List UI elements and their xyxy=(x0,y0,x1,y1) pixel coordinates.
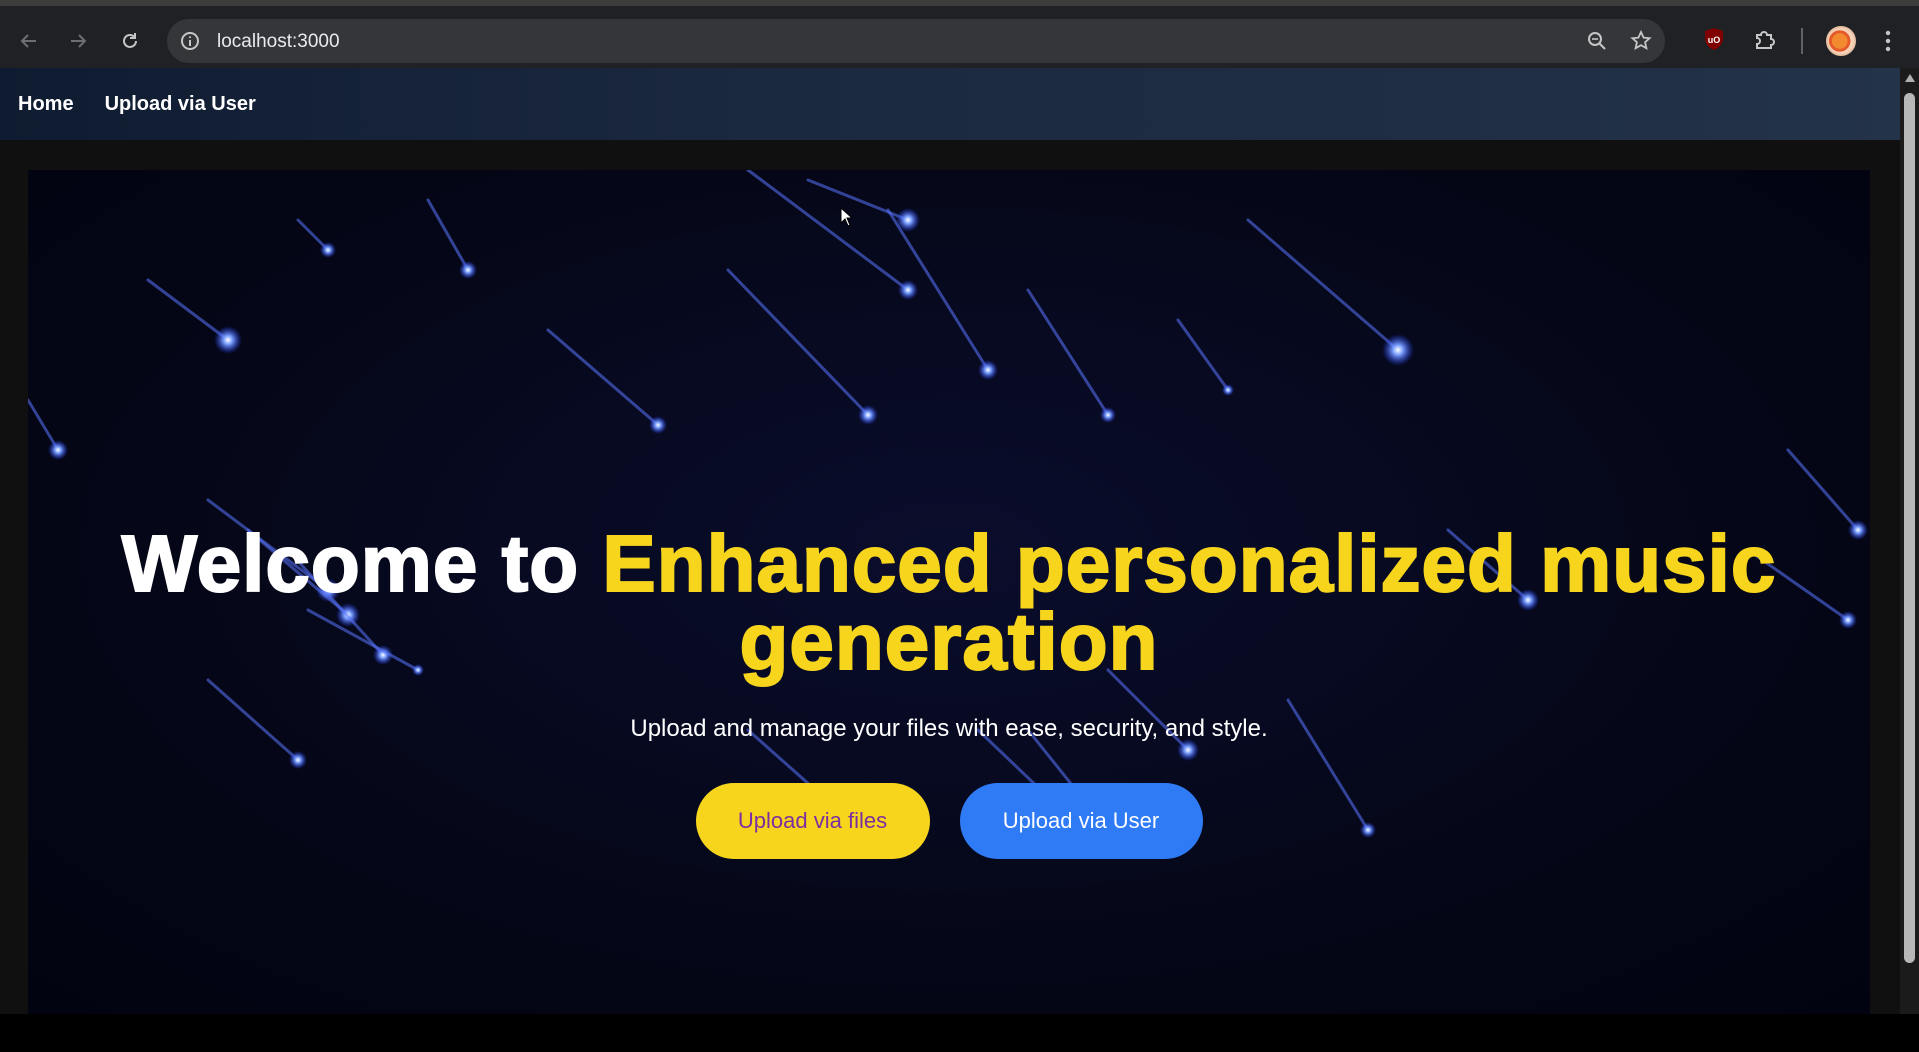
nav-upload-user-link[interactable]: Upload via User xyxy=(105,93,256,116)
hero-buttons: Upload via files Upload via User xyxy=(28,783,1870,859)
meteor-tail xyxy=(146,278,230,342)
meteor-tail xyxy=(806,178,910,222)
meteor-tail xyxy=(1786,448,1860,532)
extensions-puzzle-icon[interactable] xyxy=(1752,26,1778,57)
meteor-head xyxy=(1222,384,1234,396)
ublock-extension-icon[interactable]: uO xyxy=(1701,26,1727,57)
meteor-head xyxy=(898,280,918,300)
window-bottom-edge xyxy=(0,1014,1919,1052)
meteor-tail xyxy=(1246,218,1400,352)
meteor-tail xyxy=(426,198,470,272)
meteor-tail xyxy=(1176,318,1230,392)
browser-menu-icon[interactable] xyxy=(1880,26,1896,61)
toolbar-separator xyxy=(1801,28,1803,54)
site-info-icon[interactable] xyxy=(179,30,201,57)
meteor-head xyxy=(649,416,667,434)
meteor-head xyxy=(1100,407,1116,423)
mouse-cursor-icon xyxy=(840,207,854,227)
hero-title: Welcome to Enhanced personalized music g… xyxy=(28,523,1870,683)
page-viewport: Home Upload via User Welcome to Enhanced… xyxy=(0,68,1919,1014)
meteor-tail xyxy=(546,328,660,427)
hero-content: Welcome to Enhanced personalized music g… xyxy=(28,523,1870,859)
meteor-tail xyxy=(1026,288,1110,417)
scroll-up-arrow-icon[interactable] xyxy=(1905,74,1915,82)
upload-via-user-button[interactable]: Upload via User xyxy=(959,783,1203,859)
meteor-head xyxy=(858,405,878,425)
hero-title-plain: Welcome to xyxy=(121,519,603,608)
meteor-head xyxy=(459,261,477,279)
meteor-head xyxy=(1382,334,1414,366)
url-text[interactable]: localhost:3000 xyxy=(217,31,340,53)
site-navbar: Home Upload via User xyxy=(0,68,1900,140)
meteor-head xyxy=(978,360,998,380)
meteor-tail xyxy=(726,268,870,417)
zoom-icon[interactable] xyxy=(1585,29,1609,58)
meteor-head xyxy=(48,440,68,460)
forward-icon[interactable] xyxy=(63,26,93,56)
meteor-head xyxy=(214,326,242,354)
hero-title-highlight: Enhanced personalized music generation xyxy=(601,519,1777,686)
bookmark-star-icon[interactable] xyxy=(1629,29,1653,58)
scroll-thumb[interactable] xyxy=(1904,93,1915,963)
upload-via-files-button[interactable]: Upload via files xyxy=(695,783,930,859)
profile-avatar[interactable] xyxy=(1826,26,1856,56)
browser-toolbar: localhost:3000 uO xyxy=(0,0,1919,68)
nav-home-link[interactable]: Home xyxy=(18,93,74,116)
hero-section: Welcome to Enhanced personalized music g… xyxy=(28,170,1870,1014)
address-bar[interactable]: localhost:3000 xyxy=(167,19,1665,63)
back-icon[interactable] xyxy=(14,26,44,56)
reload-icon[interactable] xyxy=(115,26,145,56)
ublock-badge-text: uO xyxy=(1708,35,1721,45)
meteor-head xyxy=(320,242,336,258)
hero-subtitle: Upload and manage your files with ease, … xyxy=(630,715,1268,742)
page-scrollbar[interactable] xyxy=(1900,68,1919,1014)
